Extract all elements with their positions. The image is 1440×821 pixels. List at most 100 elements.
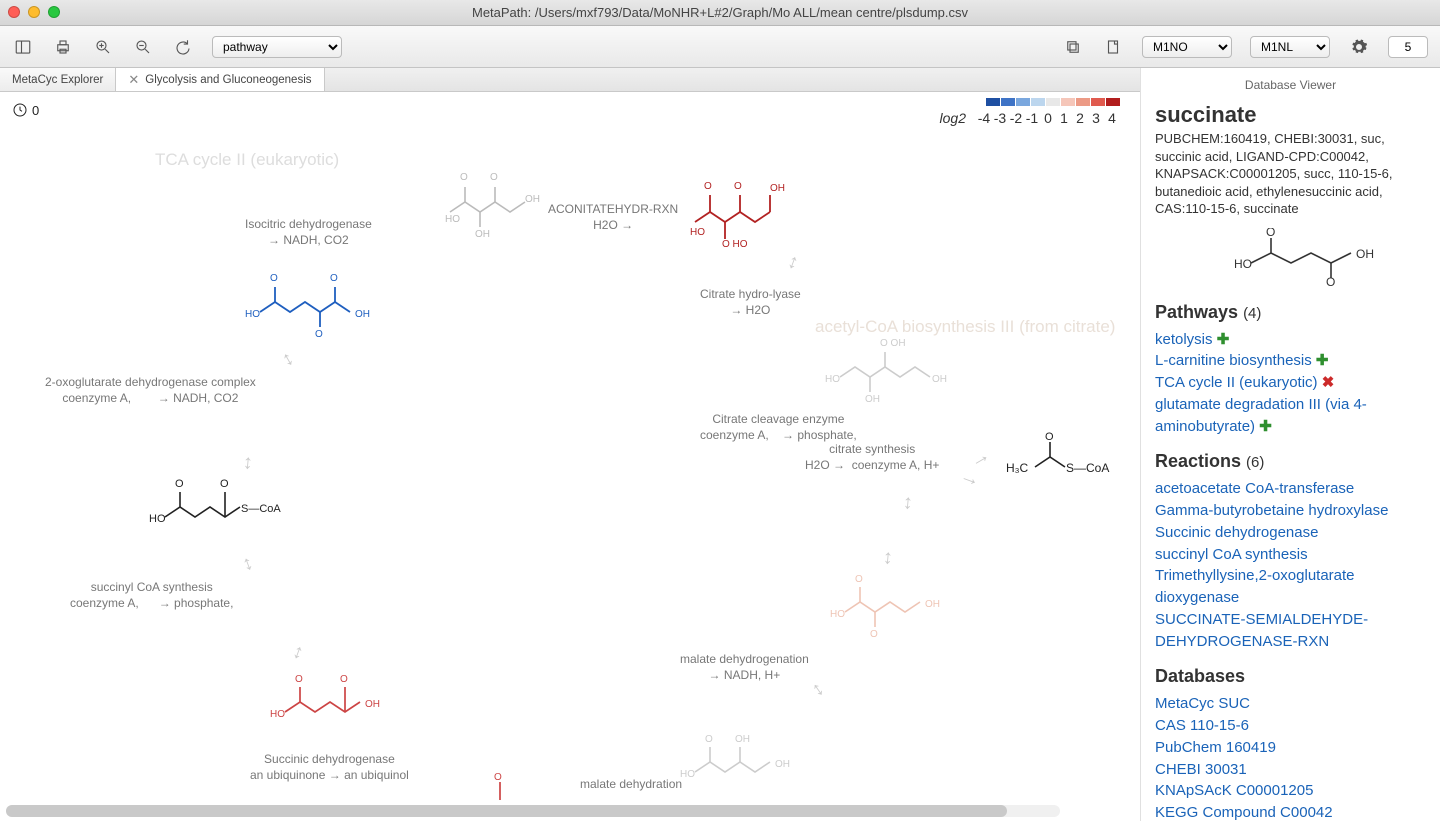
rxn-citrate-cleavage[interactable]: Citrate cleavage enzyme coenzyme A, → ph… [700,412,857,443]
legend-tick: 1 [1056,110,1072,126]
databases-heading: Databases [1155,666,1426,687]
database-link[interactable]: PubChem 160419 [1155,739,1276,756]
legend-swatch [1046,98,1060,106]
svg-text:OH: OH [525,194,540,205]
zoom-out-icon[interactable] [132,36,154,58]
scrollbar-thumb[interactable] [6,805,1007,817]
rxn-succ-coa-synth[interactable]: succinyl CoA synthesis coenzyme A, → pho… [70,580,233,611]
pathway-link[interactable]: TCA cycle II (eukaryotic) [1155,374,1318,391]
close-window-button[interactable] [8,6,20,18]
add-badge-icon: ✚ [1312,352,1329,369]
svg-text:HO: HO [445,214,460,225]
copy-icon[interactable] [1062,36,1084,58]
legend-swatch [1061,98,1075,106]
svg-text:O: O [1045,432,1054,443]
rxn-malate-dehydration[interactable]: malate dehydration [580,777,682,793]
tab-metacyc-explorer[interactable]: MetaCyc Explorer [0,68,116,91]
refresh-icon[interactable] [172,36,194,58]
svg-text:O: O [704,181,712,192]
database-link[interactable]: CAS 110-15-6 [1155,717,1249,734]
reaction-link[interactable]: Succinic dehydrogenase [1155,524,1318,541]
svg-text:O: O [220,478,229,490]
left-group-select[interactable]: M1NO [1142,36,1232,58]
toolbar: pathway M1NO M1NL [0,26,1440,68]
svg-text:S—CoA: S—CoA [241,503,281,515]
svg-text:OH: OH [355,309,370,320]
database-link[interactable]: KEGG Compound C00042 [1155,804,1333,821]
add-badge-icon: ✚ [1213,331,1230,348]
svg-text:H₃C: H₃C [1006,461,1029,475]
svg-text:O: O [340,674,348,685]
arrow-icon: ↔ [236,550,264,577]
molecule-akg[interactable]: HOOHOOO [235,267,385,347]
reaction-link[interactable]: Gamma-butyrobetaine hydroxylase [1155,502,1388,519]
molecule-succinate[interactable]: HOOHOO [260,672,400,742]
mode-select[interactable]: pathway [212,36,342,58]
svg-text:O OH: O OH [880,338,906,349]
svg-text:O: O [705,734,713,745]
reaction-link[interactable]: SUCCINATE-SEMIALDEHYDE-DEHYDROGENASE-RXN [1155,611,1368,650]
horizontal-scrollbar[interactable] [6,805,1060,817]
molecule-acetyl-coa[interactable]: H₃COS—CoA [1000,432,1130,492]
svg-text:OH: OH [365,699,380,710]
svg-text:OH: OH [775,759,790,770]
rxn-succinic-dh[interactable]: Succinic dehydrogenase an ubiquinone → a… [250,752,409,783]
reaction-link[interactable]: succinyl CoA synthesis [1155,546,1308,563]
molecule-succinyl-coa[interactable]: HOOOS—CoA [145,477,315,547]
molecule-isocitrate[interactable]: HOOHOOOH [430,162,550,242]
legend-tick: 4 [1104,110,1120,126]
svg-text:O: O [460,172,468,183]
database-link[interactable]: KNApSAcK C00001205 [1155,782,1313,799]
arrow-icon: ↔ [286,640,314,667]
pathway-link[interactable]: ketolysis [1155,331,1213,348]
rxn-aconitate[interactable]: ACONITATEHYDR-RXN H2O → [548,202,678,233]
svg-text:OH: OH [735,734,750,745]
legend-swatch [1106,98,1120,106]
reactions-list: acetoacetate CoA-transferase Gamma-butyro… [1155,478,1426,652]
legend-swatch [1016,98,1030,106]
database-viewer-panel: Database Viewer succinate PUBCHEM:160419… [1140,68,1440,821]
right-group-select[interactable]: M1NL [1250,36,1330,58]
pathways-heading: Pathways (4) [1155,302,1426,323]
svg-text:O HO: O HO [722,239,748,250]
legend-tick: 0 [1040,110,1056,126]
molecule-oxaloacetate[interactable]: HOOHOO [820,572,960,642]
rxn-citrate-synthesis[interactable]: citrate synthesis H2O → coenzyme A, H+ [805,442,939,473]
svg-text:O: O [734,181,742,192]
arrow-icon: ↔ [878,548,903,570]
svg-text:OH: OH [1356,247,1374,261]
database-link[interactable]: CHEBI 30031 [1155,761,1247,778]
threshold-stepper[interactable] [1388,36,1428,58]
zoom-in-icon[interactable] [92,36,114,58]
reaction-link[interactable]: Trimethyllysine,2-oxoglutarate dioxygena… [1155,567,1355,606]
print-icon[interactable] [52,36,74,58]
molecule-malate[interactable]: HOOHOOH [670,732,810,802]
databases-list: MetaCyc SUC CAS 110-15-6 PubChem 160419 CHE… [1155,693,1426,821]
database-link[interactable]: MetaCyc SUC [1155,695,1250,712]
molecule-citrate[interactable]: HOOHO OHOH [820,332,960,412]
svg-text:O: O [494,772,502,783]
rxn-akg-dh[interactable]: 2-oxoglutarate dehydrogenase complex coe… [45,375,256,406]
rxn-malate-dehydrogenation[interactable]: malate dehydrogenation → NADH, H+ [680,652,809,683]
svg-text:OH: OH [475,229,490,240]
svg-text:O: O [295,674,303,685]
svg-text:O: O [870,629,878,640]
pathway-canvas[interactable]: 0 log2 -4-3-2-101234 TCA cycle II (eukar… [0,92,1140,821]
molecule-cisaconitate[interactable]: HOOHOOO HO [670,167,800,257]
settings-icon[interactable] [1348,36,1370,58]
document-icon[interactable] [1102,36,1124,58]
pathway-link[interactable]: L-carnitine biosynthesis [1155,352,1312,369]
close-tab-icon[interactable]: ✕ [128,73,139,86]
svg-text:OH: OH [865,394,880,405]
rxn-citrate-hydrolyase[interactable]: Citrate hydro-lyase → H2O [700,287,801,318]
svg-text:HO: HO [825,374,840,385]
svg-text:OH: OH [925,599,940,610]
minimize-window-button[interactable] [28,6,40,18]
zoom-window-button[interactable] [48,6,60,18]
tab-glycolysis[interactable]: ✕ Glycolysis and Gluconeogenesis [116,68,324,91]
legend-tick: -1 [1024,110,1040,126]
rxn-isocitrate-dh[interactable]: Isocitric dehydrogenase → NADH, CO2 [245,217,372,248]
svg-text:O: O [855,574,863,585]
reaction-link[interactable]: acetoacetate CoA-transferase [1155,480,1354,497]
panel-layout-icon[interactable] [12,36,34,58]
